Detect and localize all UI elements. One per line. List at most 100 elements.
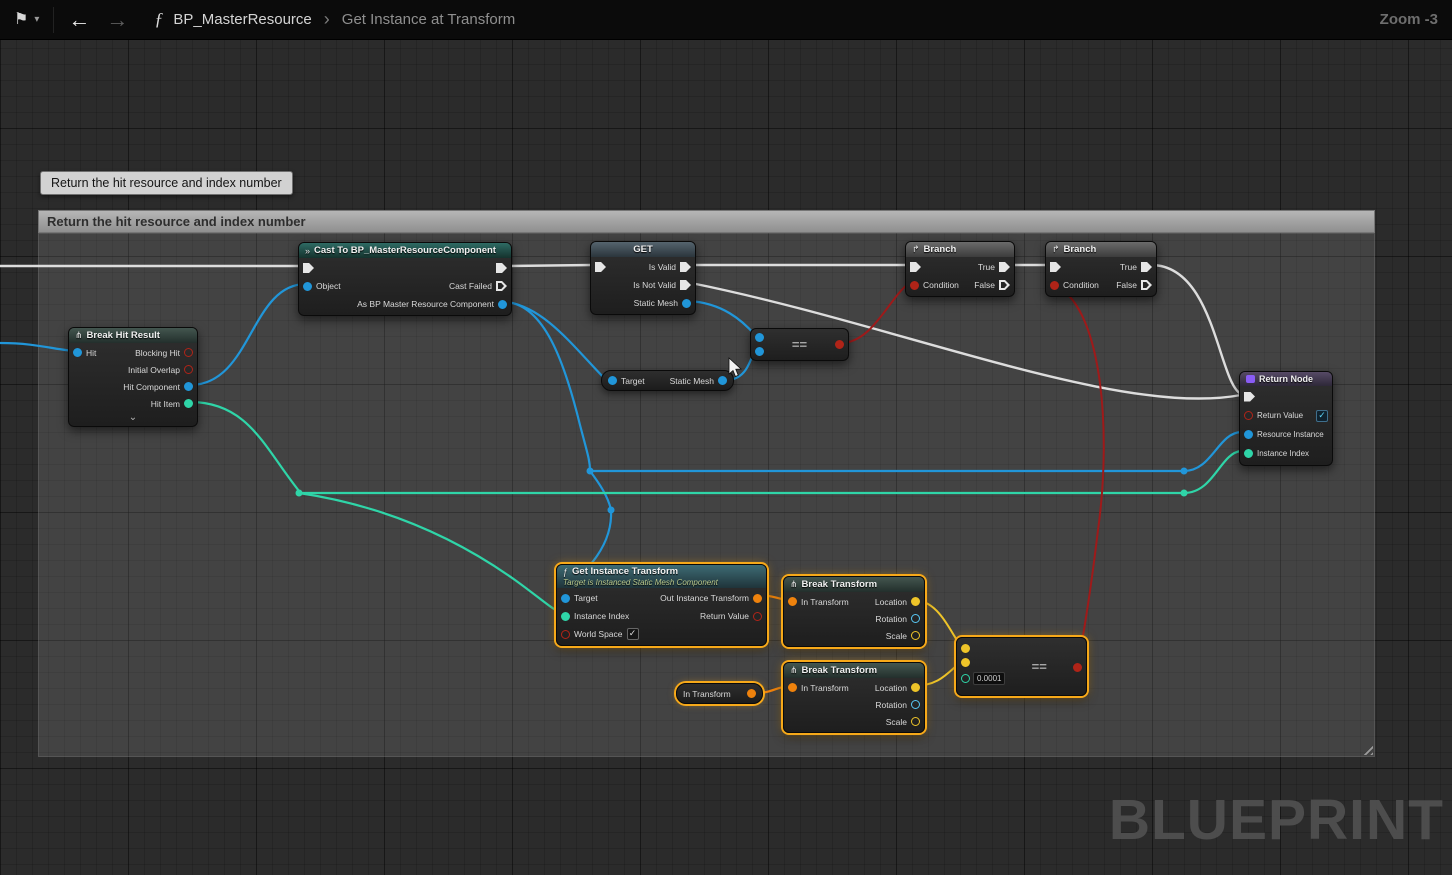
pin-out-instance-transform[interactable] bbox=[753, 594, 762, 603]
pin-hit-item[interactable] bbox=[184, 399, 193, 408]
world-space-checkbox[interactable]: ✓ bbox=[627, 628, 639, 640]
error-tolerance-value[interactable]: 0.0001 bbox=[973, 672, 1005, 685]
function-icon: ƒ bbox=[154, 9, 163, 30]
pin-exec-in[interactable] bbox=[910, 262, 921, 272]
pin-instance-index[interactable] bbox=[1244, 449, 1253, 458]
pin-true[interactable] bbox=[999, 262, 1010, 272]
pin-label: World Space bbox=[574, 629, 623, 639]
pin-label: Location bbox=[875, 597, 907, 607]
pin-exec-in[interactable] bbox=[303, 263, 314, 273]
pin-label: True bbox=[1120, 262, 1137, 272]
node-get-static-mesh[interactable]: Target Static Mesh bbox=[601, 370, 734, 391]
pin-is-valid[interactable] bbox=[680, 262, 691, 272]
comment-header[interactable]: Return the hit resource and index number bbox=[38, 210, 1375, 233]
pin-condition[interactable] bbox=[1050, 281, 1059, 290]
pin-in-transform[interactable] bbox=[788, 597, 797, 606]
pin-location[interactable] bbox=[911, 683, 920, 692]
node-header[interactable]: » Cast To BP_MasterResourceComponent bbox=[299, 243, 511, 258]
blueprint-graph-canvas[interactable]: ⚑ ▾ ← → ƒ BP_MasterResource › Get Instan… bbox=[0, 0, 1452, 875]
pin-cast-failed[interactable] bbox=[496, 281, 507, 291]
pin-a[interactable] bbox=[961, 644, 970, 653]
pin-instance-index[interactable] bbox=[561, 612, 570, 621]
node-branch-b[interactable]: ↱ Branch True Condition False bbox=[1045, 241, 1157, 297]
breadcrumb-separator-icon: › bbox=[324, 9, 330, 30]
pin-exec-in[interactable] bbox=[1050, 262, 1061, 272]
pin-b[interactable] bbox=[755, 347, 764, 356]
pin-exec-in[interactable] bbox=[595, 262, 606, 272]
pin-scale[interactable] bbox=[911, 717, 920, 726]
pin-b[interactable] bbox=[961, 658, 970, 667]
breadcrumb-root[interactable]: BP_MasterResource bbox=[173, 11, 311, 28]
node-header[interactable]: GET bbox=[591, 242, 695, 257]
pin-static-mesh-out[interactable] bbox=[718, 376, 727, 385]
node-branch-a[interactable]: ↱ Branch True Condition False bbox=[905, 241, 1015, 297]
node-cast-to-bp-masterresourcecomponent[interactable]: » Cast To BP_MasterResourceComponent Obj… bbox=[298, 242, 512, 316]
bookmark-icon[interactable]: ⚑ bbox=[14, 12, 28, 28]
function-icon: ƒ bbox=[563, 566, 568, 578]
pin-hit-component[interactable] bbox=[184, 382, 193, 391]
node-header[interactable]: Return Node bbox=[1240, 372, 1332, 386]
pin-target[interactable] bbox=[561, 594, 570, 603]
comment-body[interactable] bbox=[38, 233, 1375, 757]
pin-in-transform[interactable] bbox=[788, 683, 797, 692]
pin-location[interactable] bbox=[911, 597, 920, 606]
node-break-hit-result[interactable]: ⋔ Break Hit Result Hit Blocking Hit Init… bbox=[68, 327, 198, 427]
breadcrumb-current[interactable]: Get Instance at Transform bbox=[342, 11, 515, 28]
pin-label: Object bbox=[316, 281, 341, 291]
pin-world-space[interactable] bbox=[561, 630, 570, 639]
break-struct-icon: ⋔ bbox=[790, 579, 798, 590]
expand-chevron-icon[interactable]: ⌄ bbox=[69, 412, 197, 424]
pin-initial-overlap[interactable] bbox=[184, 365, 193, 374]
pin-condition[interactable] bbox=[910, 281, 919, 290]
pin-scale[interactable] bbox=[911, 631, 920, 640]
pin-exec-out[interactable] bbox=[496, 263, 507, 273]
pin-resource-instance[interactable] bbox=[1244, 430, 1253, 439]
pin-as-component[interactable] bbox=[498, 300, 507, 309]
node-header[interactable]: ƒ Get Instance Transform Target is Insta… bbox=[557, 565, 766, 588]
return-value-checkbox[interactable]: ✓ bbox=[1316, 410, 1328, 422]
pin-label: Condition bbox=[1063, 280, 1099, 290]
bookmark-dropdown-icon[interactable]: ▾ bbox=[34, 14, 39, 25]
pin-object[interactable] bbox=[303, 282, 312, 291]
pin-false[interactable] bbox=[1141, 280, 1152, 290]
pin-static-mesh[interactable] bbox=[682, 299, 691, 308]
node-equals-mesh[interactable]: == bbox=[750, 328, 849, 361]
pin-return-value[interactable] bbox=[1244, 411, 1253, 420]
pin-false[interactable] bbox=[999, 280, 1010, 290]
pin-rotation[interactable] bbox=[911, 700, 920, 709]
node-in-transform[interactable]: In Transform bbox=[676, 683, 763, 704]
pin-return-value[interactable] bbox=[753, 612, 762, 621]
node-equals-tolerance[interactable]: 0.0001 == bbox=[956, 637, 1087, 696]
node-header[interactable]: ⋔ Break Transform bbox=[784, 577, 924, 592]
pin-result[interactable] bbox=[835, 340, 844, 349]
node-title: Break Transform bbox=[802, 579, 878, 590]
pin-is-not-valid[interactable] bbox=[680, 280, 691, 290]
node-header[interactable]: ↱ Branch bbox=[906, 242, 1014, 257]
node-get-instance-transform[interactable]: ƒ Get Instance Transform Target is Insta… bbox=[556, 564, 767, 646]
pin-blocking-hit[interactable] bbox=[184, 348, 193, 357]
pin-true[interactable] bbox=[1141, 262, 1152, 272]
pin-hit[interactable] bbox=[73, 348, 82, 357]
node-header[interactable]: ↱ Branch bbox=[1046, 242, 1156, 257]
node-return[interactable]: Return Node Return Value ✓ Resource Inst… bbox=[1239, 371, 1333, 466]
pin-target[interactable] bbox=[608, 376, 617, 385]
pin-label: As BP Master Resource Component bbox=[357, 299, 494, 309]
node-break-transform-a[interactable]: ⋔ Break Transform In Transform Location … bbox=[783, 576, 925, 647]
pin-label: Scale bbox=[886, 631, 907, 641]
pin-in-transform-out[interactable] bbox=[747, 689, 756, 698]
comment-resize-handle[interactable] bbox=[1360, 742, 1373, 755]
forward-button[interactable]: → bbox=[106, 9, 128, 31]
pin-rotation[interactable] bbox=[911, 614, 920, 623]
node-header[interactable]: ⋔ Break Hit Result bbox=[69, 328, 197, 343]
node-validated-get[interactable]: GET Is Valid Is Not Valid Static Mesh bbox=[590, 241, 696, 315]
cast-icon: » bbox=[305, 246, 310, 256]
pin-a[interactable] bbox=[755, 333, 764, 342]
back-button[interactable]: ← bbox=[68, 9, 90, 31]
pin-result[interactable] bbox=[1073, 663, 1082, 672]
pin-error-tolerance[interactable] bbox=[961, 674, 970, 683]
pin-label: Hit Component bbox=[123, 382, 180, 392]
node-header[interactable]: ⋔ Break Transform bbox=[784, 663, 924, 678]
node-break-transform-b[interactable]: ⋔ Break Transform In Transform Location … bbox=[783, 662, 925, 733]
pin-exec-in[interactable] bbox=[1244, 392, 1255, 402]
node-title: Branch bbox=[924, 244, 957, 255]
